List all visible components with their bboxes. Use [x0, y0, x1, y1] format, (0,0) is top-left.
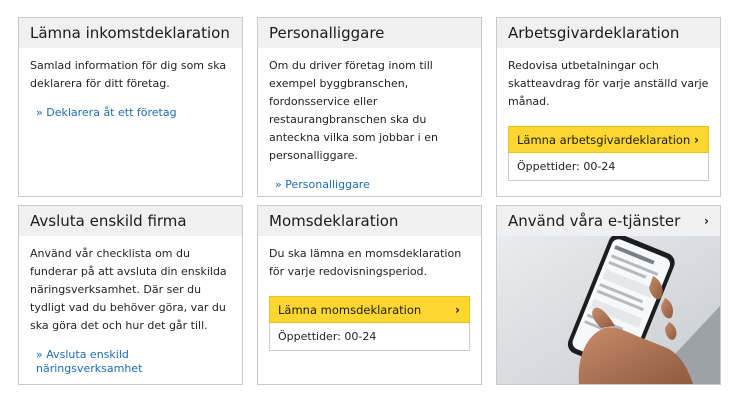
card-header: Använd våra e-tjänster › — [497, 206, 720, 236]
card-personalliggare: Personalliggare Om du driver företag ino… — [257, 17, 482, 197]
deklarera-foretag-link[interactable]: » Deklarera åt ett företag — [30, 106, 231, 120]
card-description: Du ska lämna en momsdeklaration för varj… — [269, 247, 462, 278]
card-title: Avsluta enskild firma — [19, 206, 242, 236]
card-title: Använd våra e-tjänster — [508, 212, 681, 230]
phone-in-hand-photo — [497, 236, 720, 384]
card-momsdeklaration: Momsdeklaration Du ska lämna en momsdekl… — [257, 205, 482, 385]
chevron-right-icon: › — [704, 214, 709, 228]
card-inkomstdeklaration: Lämna inkomstdeklaration Samlad informat… — [18, 17, 243, 197]
button-label: Lämna arbetsgivardeklaration — [517, 132, 691, 147]
card-arbetsgivardeklaration: Arbetsgivardeklaration Redovisa utbetaln… — [496, 17, 721, 197]
card-title: Lämna inkomstdeklaration — [19, 18, 242, 48]
card-title: Momsdeklaration — [258, 206, 481, 236]
opening-hours: Öppettider: 00-24 — [508, 153, 709, 181]
personalliggare-link[interactable]: » Personalliggare — [269, 178, 470, 192]
chevron-right-icon: › — [455, 302, 460, 317]
card-e-tjanster[interactable]: Använd våra e-tjänster › — [496, 205, 721, 385]
card-avsluta-enskild-firma: Avsluta enskild firma Använd vår checkli… — [18, 205, 243, 385]
opening-hours: Öppettider: 00-24 — [269, 323, 470, 351]
card-description: Använd vår checklista om du funderar på … — [30, 247, 227, 332]
card-description: Om du driver företag inom till exempel b… — [269, 59, 438, 162]
chevron-right-icon: › — [694, 132, 699, 147]
card-description: Redovisa utbetalningar och skatteavdrag … — [508, 59, 709, 108]
lamna-momsdeklaration-button[interactable]: Lämna momsdeklaration › — [269, 296, 470, 323]
card-description: Samlad information för dig som ska dekla… — [30, 59, 227, 90]
lamna-arbetsgivardeklaration-button[interactable]: Lämna arbetsgivardeklaration › — [508, 126, 709, 153]
button-label: Lämna momsdeklaration — [278, 302, 422, 317]
avsluta-naringsverksamhet-link[interactable]: » Avsluta enskild näringsverksamhet — [30, 348, 231, 376]
card-title: Arbetsgivardeklaration — [497, 18, 720, 48]
card-title: Personalliggare — [258, 18, 481, 48]
